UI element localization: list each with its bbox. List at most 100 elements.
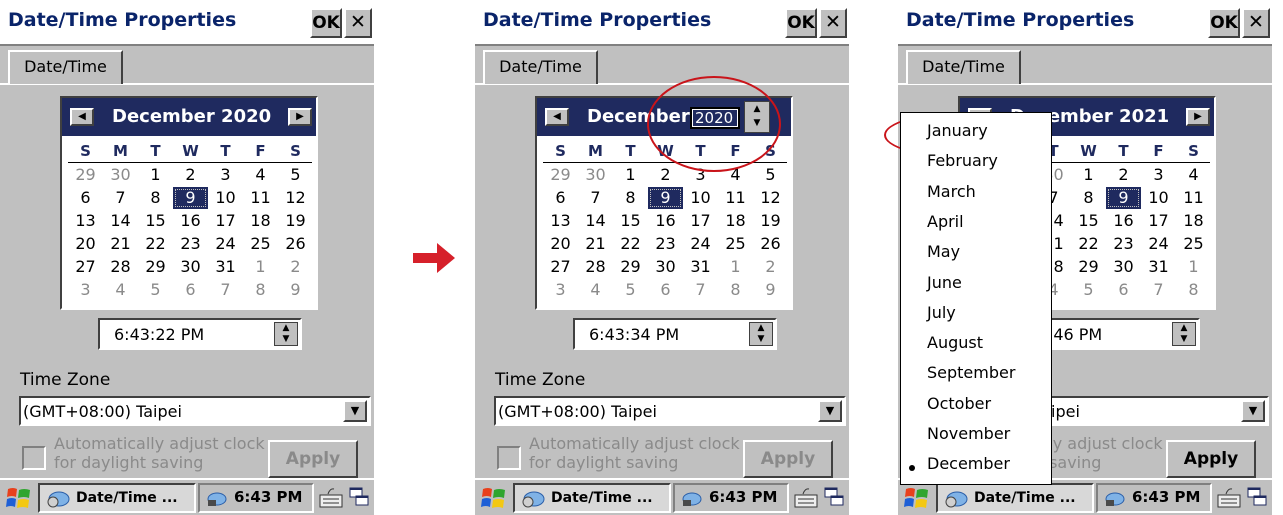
month-menu-item[interactable]: May	[927, 242, 960, 261]
spinner-icon[interactable]: ▲ ▼	[1172, 322, 1196, 346]
calendar-day[interactable]: 17	[1141, 210, 1176, 232]
calendar-day-other-month[interactable]: 1	[1176, 256, 1211, 278]
calendar-day[interactable]: 30	[648, 256, 683, 278]
desktop-icon[interactable]	[823, 485, 845, 509]
tray-network-icon[interactable]	[1104, 488, 1126, 508]
calendar-day[interactable]: 6	[68, 187, 103, 209]
calendar-day[interactable]: 21	[103, 233, 138, 255]
calendar-day[interactable]: 11	[718, 187, 753, 209]
calendar-day[interactable]: 22	[613, 233, 648, 255]
chevron-right-icon[interactable]: ▶	[1186, 108, 1210, 126]
calendar-day[interactable]: 7	[103, 187, 138, 209]
apply-button[interactable]: Apply	[743, 440, 833, 478]
windows-start-icon[interactable]	[479, 485, 509, 511]
calendar-day[interactable]: 27	[68, 256, 103, 278]
taskbar-date-time-button[interactable]: Date/Time ...	[936, 483, 1094, 513]
calendar-day-other-month[interactable]: 7	[1141, 279, 1176, 301]
dropdown-arrow-icon[interactable]: ▼	[1241, 400, 1265, 422]
calendar-day-other-month[interactable]: 7	[208, 279, 243, 301]
month-menu-item[interactable]: April	[927, 212, 964, 231]
calendar-day[interactable]: 8	[613, 187, 648, 209]
close-icon[interactable]: ✕	[1242, 8, 1270, 38]
calendar-day-other-month[interactable]: 8	[1176, 279, 1211, 301]
tab-date-time[interactable]: Date/Time	[8, 50, 123, 84]
calendar-day-other-month[interactable]: 29	[68, 164, 103, 186]
calendar-day-other-month[interactable]: 5	[1071, 279, 1106, 301]
calendar-day-other-month[interactable]: 3	[68, 279, 103, 301]
calendar-day[interactable]: 24	[1141, 233, 1176, 255]
calendar-day[interactable]: 16	[648, 210, 683, 232]
month-menu-item[interactable]: March	[927, 182, 976, 201]
tab-date-time[interactable]: Date/Time	[483, 50, 598, 84]
calendar-day-other-month[interactable]: 2	[753, 256, 788, 278]
calendar-day[interactable]: 22	[138, 233, 173, 255]
calendar-day-other-month[interactable]: 29	[543, 164, 578, 186]
calendar-day[interactable]: 11	[243, 187, 278, 209]
calendar-day-other-month[interactable]: 4	[103, 279, 138, 301]
calendar-day[interactable]: 10	[683, 187, 718, 209]
windows-start-icon[interactable]	[4, 485, 34, 511]
calendar-day-other-month[interactable]: 30	[103, 164, 138, 186]
calendar-day[interactable]: 19	[753, 210, 788, 232]
calendar-day[interactable]: 12	[278, 187, 313, 209]
calendar-day-other-month[interactable]: 8	[243, 279, 278, 301]
calendar-day[interactable]: 13	[543, 210, 578, 232]
calendar-day[interactable]: 26	[753, 233, 788, 255]
calendar-day[interactable]: 21	[578, 233, 613, 255]
time-input[interactable]: 6:43:34 PM ▲ ▼	[573, 318, 777, 350]
calendar-day[interactable]: 24	[208, 233, 243, 255]
calendar-day[interactable]: 18	[243, 210, 278, 232]
calendar-day[interactable]: 13	[68, 210, 103, 232]
calendar-day[interactable]: 12	[753, 187, 788, 209]
calendar-day[interactable]: 4	[243, 164, 278, 186]
calendar-day[interactable]: 19	[278, 210, 313, 232]
tray-network-icon[interactable]	[206, 488, 228, 508]
calendar-day[interactable]: 8	[138, 187, 173, 209]
taskbar-clock[interactable]: 6:43 PM	[234, 488, 302, 506]
calendar-day[interactable]: 14	[578, 210, 613, 232]
chevron-right-icon[interactable]: ▶	[288, 108, 312, 126]
calendar-day[interactable]: 23	[1106, 233, 1141, 255]
calendar-day[interactable]: 10	[208, 187, 243, 209]
month-menu-item[interactable]: December	[927, 454, 1010, 473]
calendar-day[interactable]: 23	[648, 233, 683, 255]
calendar-day[interactable]: 14	[103, 210, 138, 232]
apply-button[interactable]: Apply	[268, 440, 358, 478]
calendar-day[interactable]: 7	[578, 187, 613, 209]
calendar-year[interactable]: 2020	[221, 106, 271, 127]
ok-button[interactable]: OK	[1208, 8, 1240, 38]
calendar-day[interactable]: 20	[543, 233, 578, 255]
taskbar-date-time-button[interactable]: Date/Time ...	[513, 483, 671, 513]
month-dropdown-list[interactable]: January February March April May June July Augu…	[900, 112, 1052, 485]
calendar-day[interactable]: 1	[1071, 164, 1106, 186]
ok-button[interactable]: OK	[785, 8, 817, 38]
calendar-day[interactable]: 15	[1071, 210, 1106, 232]
calendar-day[interactable]: 2	[173, 164, 208, 186]
calendar-day[interactable]: 1	[138, 164, 173, 186]
calendar-day-other-month[interactable]: 30	[578, 164, 613, 186]
calendar-day[interactable]: 5	[278, 164, 313, 186]
close-icon[interactable]: ✕	[819, 8, 847, 38]
calendar-day[interactable]: 22	[1071, 233, 1106, 255]
time-zone-select[interactable]: (GMT+08:00) Taipei ▼	[19, 396, 371, 426]
calendar-day[interactable]: 28	[578, 256, 613, 278]
calendar-day-other-month[interactable]: 8	[718, 279, 753, 301]
apply-button[interactable]: Apply	[1166, 440, 1256, 478]
calendar-day-other-month[interactable]: 9	[753, 279, 788, 301]
calendar-day[interactable]: 31	[1141, 256, 1176, 278]
keyboard-icon[interactable]	[318, 485, 344, 509]
calendar-month-year[interactable]: December 2020	[112, 106, 271, 127]
month-menu-item[interactable]: October	[927, 394, 991, 413]
calendar-day[interactable]: 9	[648, 187, 683, 209]
calendar-day-other-month[interactable]: 6	[173, 279, 208, 301]
calendar-day[interactable]: 2	[648, 164, 683, 186]
calendar-day-other-month[interactable]: 9	[278, 279, 313, 301]
calendar-day[interactable]: 9	[173, 187, 208, 209]
calendar-day-other-month[interactable]: 5	[613, 279, 648, 301]
chevron-left-icon[interactable]: ◀	[545, 108, 569, 126]
month-menu-item[interactable]: June	[927, 273, 962, 292]
month-menu-item[interactable]: July	[927, 303, 956, 322]
calendar-day-other-month[interactable]: 1	[718, 256, 753, 278]
calendar-day[interactable]: 25	[1176, 233, 1211, 255]
calendar-day-other-month[interactable]: 6	[1106, 279, 1141, 301]
